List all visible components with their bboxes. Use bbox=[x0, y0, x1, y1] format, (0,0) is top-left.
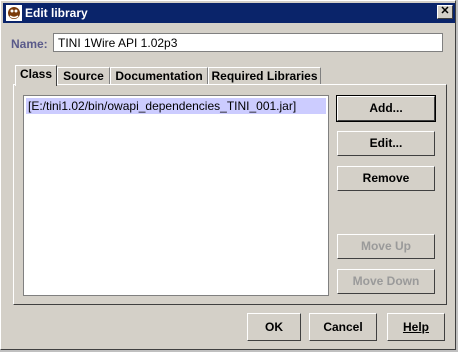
cancel-button[interactable]: Cancel bbox=[309, 313, 377, 341]
tab-class[interactable]: Class bbox=[15, 65, 57, 86]
class-path-list[interactable]: [E:/tini1.02/bin/owapi_dependencies_TINI… bbox=[23, 95, 329, 296]
close-icon: ✕ bbox=[440, 5, 450, 17]
edit-library-dialog: Edit library ✕ Name: Class Source Docume… bbox=[0, 0, 456, 350]
title-bar[interactable]: Edit library ✕ bbox=[3, 3, 455, 23]
ok-button[interactable]: OK bbox=[247, 313, 301, 341]
close-button[interactable]: ✕ bbox=[437, 5, 453, 19]
list-item[interactable]: [E:/tini1.02/bin/owapi_dependencies_TINI… bbox=[26, 98, 326, 114]
name-input[interactable] bbox=[53, 33, 443, 52]
tab-source[interactable]: Source bbox=[57, 67, 110, 85]
move-down-button[interactable]: Move Down bbox=[337, 269, 435, 294]
edit-button[interactable]: Edit... bbox=[337, 131, 435, 156]
help-button[interactable]: Help bbox=[387, 313, 445, 341]
remove-button[interactable]: Remove bbox=[337, 166, 435, 191]
move-up-button[interactable]: Move Up bbox=[337, 234, 435, 259]
library-app-icon bbox=[6, 5, 22, 21]
tab-required-libraries[interactable]: Required Libraries bbox=[208, 67, 321, 85]
name-label: Name: bbox=[11, 37, 48, 51]
add-button[interactable]: Add... bbox=[336, 95, 436, 122]
window-title: Edit library bbox=[25, 6, 88, 20]
tab-documentation[interactable]: Documentation bbox=[110, 67, 208, 85]
